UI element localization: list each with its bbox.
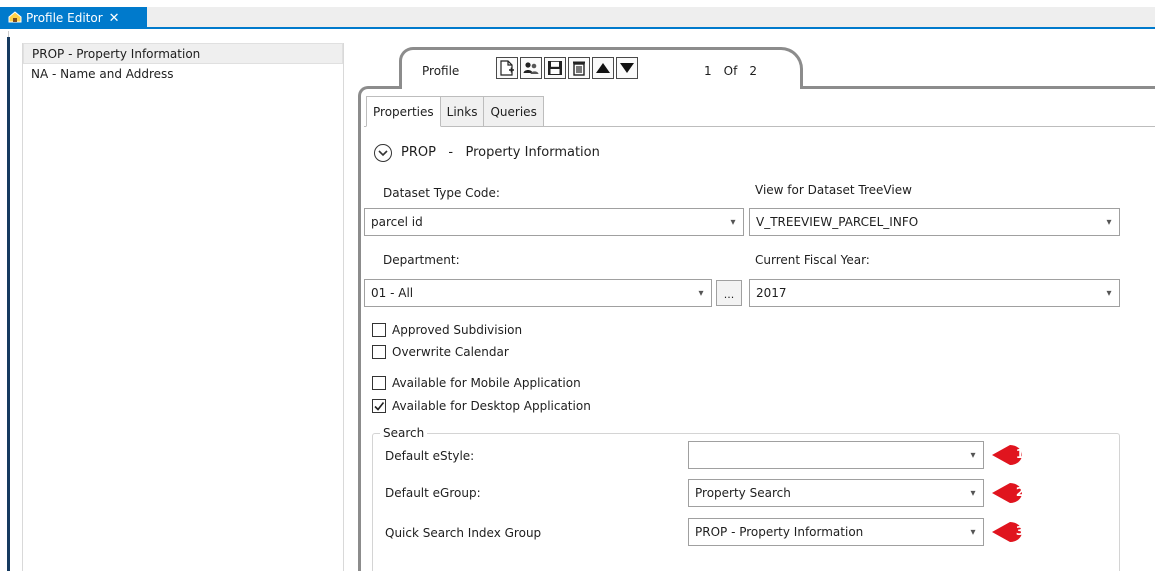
default-egroup-select[interactable]: Property Search ▾ bbox=[688, 479, 984, 507]
checkbox-label: Overwrite Calendar bbox=[392, 345, 509, 359]
new-record-button[interactable] bbox=[496, 57, 518, 79]
collapse-toggle[interactable] bbox=[374, 144, 392, 162]
fiscal-year-select[interactable]: 2017 ▾ bbox=[749, 279, 1120, 307]
move-up-icon bbox=[596, 63, 610, 73]
checkbox-box[interactable] bbox=[372, 376, 386, 390]
approved-subdivision-checkbox[interactable]: Approved Subdivision bbox=[372, 322, 522, 338]
checkmark-icon bbox=[374, 402, 385, 411]
close-icon[interactable]: ✕ bbox=[109, 12, 120, 25]
fiscal-year-value: 2017 bbox=[756, 286, 787, 300]
tab-profile-editor[interactable]: Profile Editor ✕ bbox=[0, 7, 147, 29]
search-group-title: Search bbox=[380, 426, 428, 440]
callout-marker-1: 1 bbox=[990, 441, 1040, 469]
chevron-down-icon bbox=[378, 150, 388, 157]
chevron-down-icon: ▾ bbox=[730, 216, 736, 228]
treeview-select[interactable]: V_TREEVIEW_PARCEL_INFO ▾ bbox=[749, 208, 1120, 236]
default-estyle-select[interactable]: ▾ bbox=[688, 441, 984, 469]
left-accent-bar bbox=[7, 37, 10, 571]
callout-number: 3 bbox=[1015, 524, 1025, 538]
checkbox-box[interactable] bbox=[372, 323, 386, 337]
dataset-type-code-value: parcel id bbox=[371, 215, 423, 229]
fiscal-year-label: Current Fiscal Year: bbox=[755, 253, 870, 267]
save-button[interactable] bbox=[544, 57, 566, 79]
callout-number: 1 bbox=[1015, 447, 1025, 461]
document-tab-bar: Profile Editor ✕ bbox=[0, 7, 1155, 29]
chevron-down-icon: ▾ bbox=[1106, 216, 1112, 228]
tab-queries[interactable]: Queries bbox=[484, 96, 544, 127]
tab-properties[interactable]: Properties bbox=[366, 96, 441, 127]
default-egroup-value: Property Search bbox=[695, 486, 791, 500]
quick-search-value: PROP - Property Information bbox=[695, 525, 864, 539]
list-item[interactable]: NA - Name and Address bbox=[23, 64, 343, 85]
default-estyle-label: Default eStyle: bbox=[385, 449, 475, 463]
quick-search-select[interactable]: PROP - Property Information ▾ bbox=[688, 518, 984, 546]
chevron-down-icon: ▾ bbox=[970, 449, 976, 461]
section-code: PROP bbox=[401, 145, 436, 160]
pager-current: 1 bbox=[704, 64, 712, 78]
splitter[interactable] bbox=[345, 43, 353, 571]
users-button[interactable] bbox=[520, 57, 542, 79]
move-down-icon bbox=[620, 63, 634, 73]
chevron-down-icon: ▾ bbox=[1106, 287, 1112, 299]
move-up-button[interactable] bbox=[592, 57, 614, 79]
treeview-value: V_TREEVIEW_PARCEL_INFO bbox=[756, 215, 919, 229]
tab-links[interactable]: Links bbox=[440, 96, 485, 127]
pager-of-label: Of bbox=[723, 64, 738, 78]
move-down-button[interactable] bbox=[616, 57, 638, 79]
dataset-type-code-select[interactable]: parcel id ▾ bbox=[364, 208, 744, 236]
profile-list: PROP - Property Information NA - Name an… bbox=[22, 43, 344, 571]
checkbox-label: Approved Subdivision bbox=[392, 323, 523, 337]
inner-tab-strip: Properties Links Queries bbox=[366, 96, 544, 127]
quick-search-label: Quick Search Index Group bbox=[385, 526, 542, 540]
record-toolbar bbox=[496, 57, 638, 79]
save-icon bbox=[548, 61, 562, 75]
callout-marker-3: 3 bbox=[990, 518, 1040, 546]
top-strip bbox=[0, 0, 1155, 7]
chevron-down-icon: ▾ bbox=[970, 526, 976, 538]
pager-total: 2 bbox=[749, 64, 757, 78]
checkbox-box[interactable] bbox=[372, 345, 386, 359]
section-title: PROP - Property Information bbox=[401, 145, 600, 160]
checkbox-label: Available for Desktop Application bbox=[392, 399, 591, 413]
house-icon bbox=[8, 10, 22, 26]
section-name: Property Information bbox=[465, 145, 600, 160]
chevron-down-icon: ▾ bbox=[698, 287, 704, 299]
checkbox-label: Available for Mobile Application bbox=[392, 376, 581, 390]
department-select[interactable]: 01 - All ▾ bbox=[364, 279, 712, 307]
chevron-down-icon: ▾ bbox=[970, 487, 976, 499]
checkbox-box[interactable] bbox=[372, 399, 386, 413]
record-pager: 1 Of 2 bbox=[704, 64, 757, 78]
callout-marker-2: 2 bbox=[990, 479, 1040, 507]
dataset-type-code-label: Dataset Type Code: bbox=[383, 186, 500, 200]
default-egroup-label: Default eGroup: bbox=[385, 486, 481, 500]
record-tab-label: Profile bbox=[422, 64, 460, 78]
section-separator: - bbox=[448, 145, 454, 160]
new-record-icon bbox=[500, 60, 514, 76]
callout-number: 2 bbox=[1015, 485, 1025, 499]
delete-icon bbox=[573, 61, 585, 76]
delete-button[interactable] bbox=[568, 57, 590, 79]
treeview-label: View for Dataset TreeView bbox=[755, 183, 912, 197]
mobile-app-checkbox[interactable]: Available for Mobile Application bbox=[372, 375, 581, 391]
list-item[interactable]: PROP - Property Information bbox=[23, 43, 343, 64]
department-value: 01 - All bbox=[371, 286, 414, 300]
users-icon bbox=[523, 62, 539, 74]
desktop-app-checkbox[interactable]: Available for Desktop Application bbox=[372, 398, 591, 414]
department-browse-button[interactable]: ... bbox=[716, 280, 742, 306]
department-label: Department: bbox=[383, 253, 460, 267]
record-tab: Profile 1 Of 2 bbox=[399, 47, 803, 89]
tab-title: Profile Editor bbox=[26, 11, 103, 25]
overwrite-calendar-checkbox[interactable]: Overwrite Calendar bbox=[372, 344, 509, 360]
